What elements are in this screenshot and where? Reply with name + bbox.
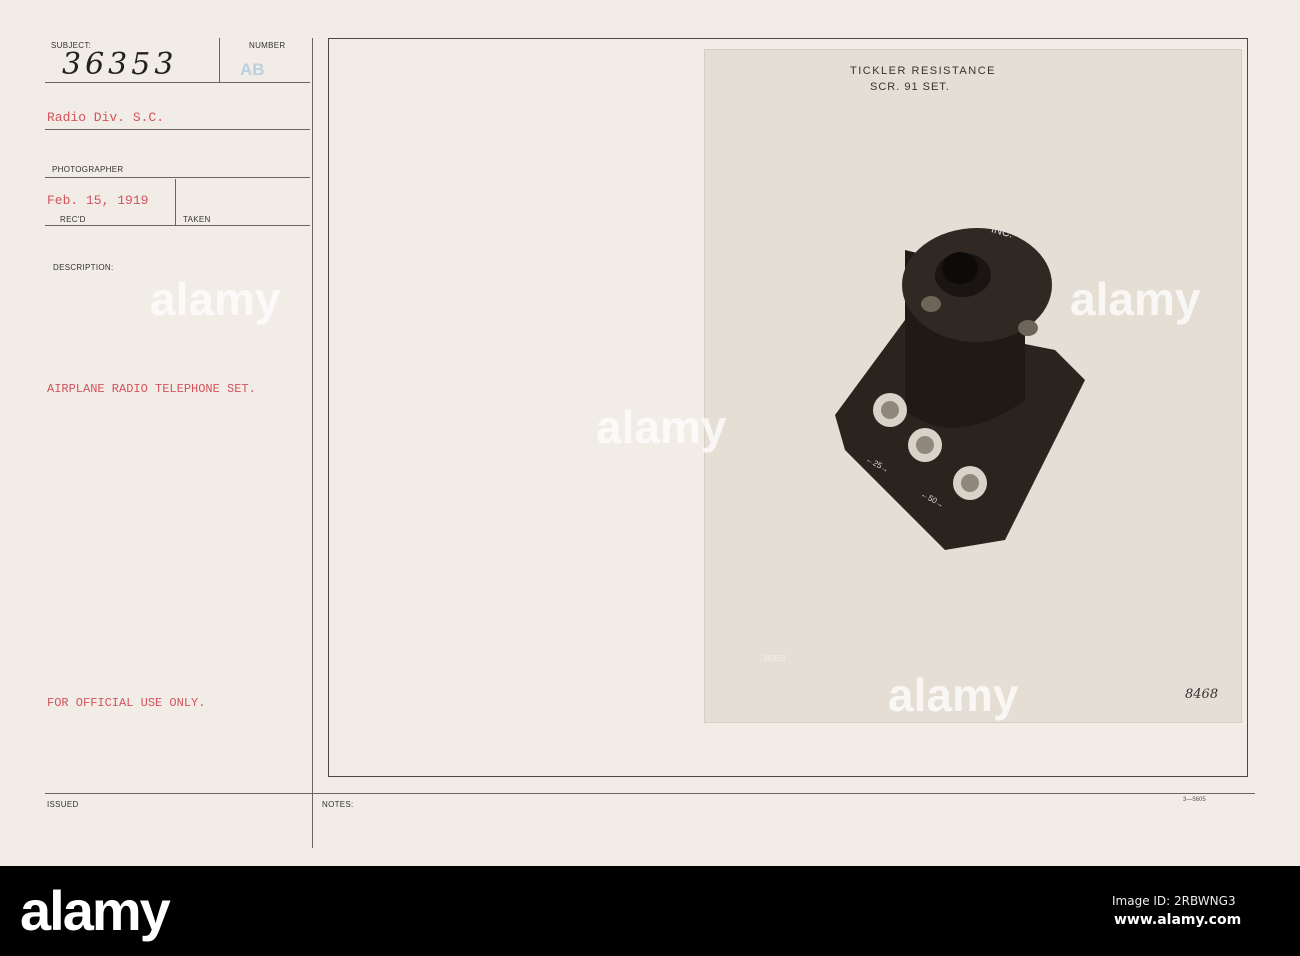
divider <box>45 177 310 178</box>
divider <box>45 793 1255 794</box>
divider <box>312 38 313 848</box>
taken-label: TAKEN <box>183 215 211 224</box>
recd-label: REC'D <box>60 215 86 224</box>
notes-label: NOTES: <box>322 800 354 809</box>
issued-label: ISSUED <box>47 800 79 809</box>
handwritten-number: 8468 <box>1185 687 1219 702</box>
description-label: DESCRIPTION: <box>53 263 114 272</box>
watermark: alamy <box>1070 273 1201 325</box>
number-label: NUMBER <box>249 41 286 50</box>
division-text: Radio Div. S.C. <box>47 110 165 125</box>
divider <box>45 129 310 130</box>
stock-banner: alamy Image ID: 2RBWNG3 www.alamy.com <box>0 866 1300 956</box>
image-id: Image ID: 2RBWNG3 <box>1112 894 1236 908</box>
watermark: alamy <box>888 669 1019 721</box>
site-url[interactable]: www.alamy.com <box>1114 912 1241 928</box>
divider <box>45 82 310 83</box>
photographer-label: PHOTOGRAPHER <box>52 165 124 174</box>
photograph: TICKLER RESISTANCE SCR. 91 SET. INC. ←25… <box>705 50 1241 722</box>
watermark: alamy <box>596 401 727 453</box>
archival-record-card: SUBJECT: 36353 NUMBER AB Radio Div. S.C.… <box>0 0 1300 866</box>
alamy-logo: alamy <box>20 879 171 942</box>
divider <box>45 225 310 226</box>
tickler-resistance-device <box>835 228 1085 550</box>
negative-number: 36353 <box>763 654 786 663</box>
divider <box>175 179 176 225</box>
official-use-text: FOR OFFICIAL USE ONLY. <box>47 696 206 710</box>
form-code: 3—5605 <box>1183 797 1206 803</box>
subject-number: 36353 <box>62 47 178 82</box>
divider <box>219 38 220 82</box>
date-received: Feb. 15, 1919 <box>47 193 149 208</box>
watermark: alamy <box>150 273 281 325</box>
number-stamp: AB <box>240 60 265 79</box>
description-text: AIRPLANE RADIO TELEPHONE SET. <box>47 382 256 396</box>
